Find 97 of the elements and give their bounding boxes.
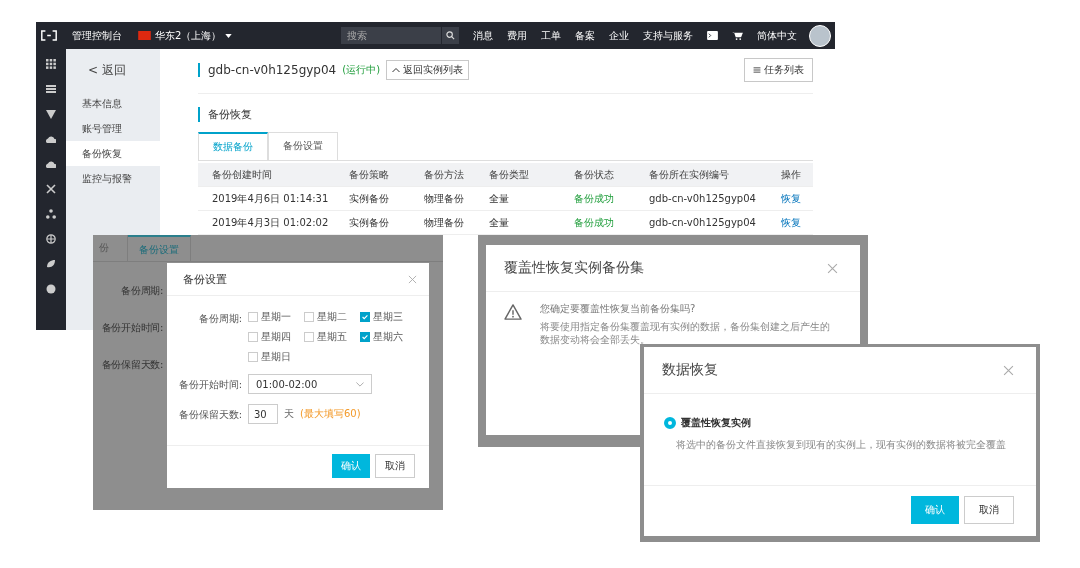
sidebar-item[interactable]: 账号管理 <box>66 116 160 141</box>
top-nav-link[interactable]: 工单 <box>541 28 561 43</box>
confirm-question: 您确定要覆盖性恢复当前备份集吗? <box>540 302 697 316</box>
region-selector[interactable]: 华东2（上海） <box>155 28 222 43</box>
day-checkbox[interactable]: 星期六 <box>360 330 416 344</box>
top-nav-link[interactable]: 备案 <box>575 28 595 43</box>
table-cell-text: 备份成功 <box>573 215 615 230</box>
tab[interactable]: 备份设置 <box>268 132 338 160</box>
table-cell-text: gdb-cn-v0h125gyp04 <box>648 193 757 204</box>
form-label: 备份周期: <box>121 284 163 298</box>
flag-icon <box>138 31 151 40</box>
status-text: (运行中) <box>342 63 381 77</box>
warning-text: 将要使用指定备份集覆盖现有实例的数据，备份集创建之后产生的数据变动将会全部丢失。 <box>540 320 830 346</box>
cancel-button[interactable]: 取消 <box>375 454 415 478</box>
column-header: 备份类型 <box>488 167 530 182</box>
time-select[interactable]: 01:00-02:00 <box>248 374 372 394</box>
column-header: 备份创建时间 <box>211 167 273 182</box>
top-nav-link[interactable]: 企业 <box>609 28 629 43</box>
sidebar-item[interactable]: 监控与报警 <box>66 166 160 191</box>
cancel-button[interactable]: 取消 <box>964 496 1014 524</box>
caret-icon[interactable] <box>225 33 233 38</box>
table-cell-text: 备份成功 <box>573 191 615 206</box>
dialog-title: 数据恢复 <box>662 361 718 379</box>
back-link[interactable]: < 返回 <box>66 49 160 91</box>
hint-text: (最大填写60) <box>300 407 361 421</box>
avatar[interactable] <box>809 24 831 47</box>
table-cell-text: 2019年4月6日 01:14:31 <box>211 191 330 206</box>
network-icon[interactable] <box>46 209 56 219</box>
checkbox[interactable] <box>248 332 258 342</box>
section-title: 备份恢复 <box>198 107 813 122</box>
table-cell-text: 物理备份 <box>423 191 465 206</box>
cart-icon[interactable] <box>732 31 743 40</box>
checkbox[interactable] <box>304 312 314 322</box>
sidebar-item[interactable]: 备份恢复 <box>66 141 160 166</box>
day-checkbox[interactable]: 星期四 <box>248 330 304 344</box>
column-header: 备份方法 <box>423 167 465 182</box>
back-to-list-button[interactable]: 返回实例列表 <box>386 60 470 80</box>
console-title[interactable]: 管理控制台 <box>72 28 122 43</box>
list-icon[interactable] <box>46 84 56 94</box>
checkbox[interactable] <box>248 352 258 362</box>
day-checkbox[interactable]: 星期日 <box>248 350 304 364</box>
days-input[interactable]: 30 <box>248 404 278 424</box>
column-header: 备份状态 <box>573 167 615 182</box>
dialog-title: 备份设置 <box>183 271 227 287</box>
radio-button[interactable] <box>664 417 676 429</box>
globe-icon[interactable] <box>46 234 56 244</box>
unit-text: 天 <box>284 407 294 421</box>
day-checkbox[interactable]: 星期三 <box>360 310 416 324</box>
grid-icon[interactable] <box>46 59 56 69</box>
chevron-down-icon <box>356 381 364 387</box>
checkbox[interactable] <box>360 312 370 322</box>
form-label: 备份开始时间: <box>101 321 163 335</box>
search-icon <box>446 31 455 40</box>
column-header: 备份策略 <box>348 167 390 182</box>
table-cell-text: 物理备份 <box>423 215 465 230</box>
restore-link[interactable]: 恢复 <box>770 215 812 230</box>
description-text: 将选中的备份文件直接恢复到现有的实例上，现有实例的数据将被完全覆盖 <box>676 438 1007 452</box>
list-icon <box>753 67 761 73</box>
table-cell-text: gdb-cn-v0h125gyp04 <box>648 217 757 228</box>
top-nav-link[interactable]: 消息 <box>473 28 493 43</box>
form-label: 备份保留天数: <box>101 358 163 372</box>
search-button[interactable] <box>441 27 459 44</box>
terminal-icon[interactable] <box>707 31 718 40</box>
leaf-icon[interactable] <box>46 259 56 269</box>
cloud-icon[interactable] <box>46 159 56 169</box>
table-cell-text: 全量 <box>488 215 510 230</box>
top-nav-link[interactable]: 费用 <box>507 28 527 43</box>
checkbox[interactable] <box>248 312 258 322</box>
instance-name: gdb-cn-v0h125gyp04 <box>198 63 337 77</box>
checkbox[interactable] <box>304 332 314 342</box>
table-cell-text: 2019年4月3日 01:02:02 <box>211 215 330 230</box>
form-label: 备份保留天数: <box>177 408 242 422</box>
dot-icon[interactable] <box>46 284 56 294</box>
language-selector[interactable]: 简体中文 <box>757 28 797 43</box>
dialog-title: 覆盖性恢复实例备份集 <box>504 259 644 277</box>
logo-icon <box>40 30 58 41</box>
form-label: 备份开始时间: <box>177 378 242 392</box>
day-checkbox[interactable]: 星期一 <box>248 310 304 324</box>
radio-option[interactable]: 覆盖性恢复实例 <box>664 416 1016 430</box>
table-cell-text: 实例备份 <box>348 191 390 206</box>
chevron-up-icon <box>392 67 401 73</box>
form-label: 备份周期: <box>197 312 242 326</box>
cross-icon[interactable] <box>46 184 56 194</box>
day-checkbox[interactable]: 星期二 <box>304 310 360 324</box>
table-cell-text: 全量 <box>488 191 510 206</box>
warning-icon <box>504 304 522 320</box>
restore-link[interactable]: 恢复 <box>770 191 812 206</box>
day-checkbox[interactable]: 星期五 <box>304 330 360 344</box>
sidebar-item[interactable]: 基本信息 <box>66 91 160 116</box>
column-header: 备份所在实例编号 <box>648 167 730 182</box>
checkbox[interactable] <box>360 332 370 342</box>
table-cell-text: 实例备份 <box>348 215 390 230</box>
cloud-icon[interactable] <box>46 134 56 144</box>
column-header: 操作 <box>780 167 802 182</box>
search-field[interactable]: 搜索 <box>341 27 441 44</box>
task-list-button[interactable]: 任务列表 <box>744 58 813 82</box>
top-nav-link[interactable]: 支持与服务 <box>643 28 693 43</box>
